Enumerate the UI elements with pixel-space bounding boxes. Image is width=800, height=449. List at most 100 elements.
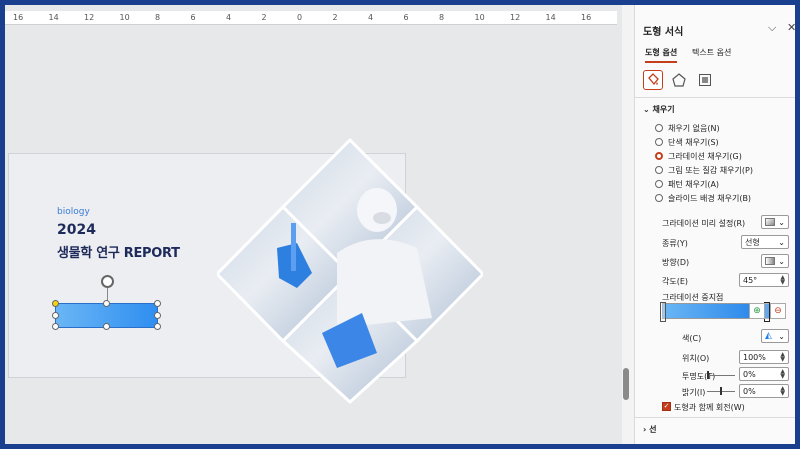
line-section-header[interactable]: › 선: [643, 424, 656, 435]
angle-input[interactable]: 45° ▲ ▼: [739, 273, 789, 287]
ruler-tick: 12: [510, 13, 521, 22]
line-section-label: 선: [649, 425, 657, 434]
radio-button[interactable]: [655, 152, 663, 160]
ruler-tick: 6: [190, 13, 196, 22]
stops-label: 그라데이션 중지점: [662, 293, 724, 302]
radio-button[interactable]: [655, 138, 663, 146]
resize-handle-top[interactable]: [103, 300, 110, 307]
spinner-icon[interactable]: ▲ ▼: [780, 275, 785, 286]
radio-label: 채우기 없음(N): [668, 123, 720, 133]
radio-label: 슬라이드 배경 채우기(B): [668, 193, 752, 203]
radio-label: 그라데이션 채우기(G): [668, 151, 742, 161]
position-input[interactable]: 100% ▲ ▼: [739, 350, 789, 364]
app-frame: 16 14 12 10 8 6 4 2 0 2 4 6 8 10 12 14 16 biology 2024 생…: [3, 3, 797, 446]
radio-button[interactable]: [655, 180, 663, 188]
type-dropdown[interactable]: 선형 ⌄: [741, 235, 789, 249]
diamond-photo-collage[interactable]: [217, 138, 483, 404]
resize-handle-top-right[interactable]: [154, 300, 161, 307]
spinner-icon[interactable]: ▲ ▼: [780, 352, 785, 363]
ruler-tick: 4: [226, 13, 232, 22]
spinner-icon[interactable]: ▲ ▼: [780, 369, 785, 380]
type-label: 종류(Y): [662, 239, 688, 248]
color-label: 색(C): [682, 334, 702, 343]
ruler-tick: 2: [332, 13, 338, 22]
radio-label: 그림 또는 질감 채우기(P): [668, 165, 753, 175]
divider: [635, 97, 795, 98]
color-picker-dropdown[interactable]: ◭ ⌄: [761, 329, 789, 343]
fill-line-icon[interactable]: [643, 70, 663, 90]
ruler-tick: 6: [403, 13, 409, 22]
pane-title: 도형 서식: [643, 27, 684, 38]
divider: [635, 417, 795, 418]
tab-shape-options[interactable]: 도형 옵션: [645, 47, 678, 63]
ruler-tick: 14: [545, 13, 556, 22]
resize-handle-left[interactable]: [52, 312, 59, 319]
transparency-label: 투명도(T): [682, 372, 716, 381]
rotate-handle-icon[interactable]: [101, 275, 114, 288]
radio-pattern-fill[interactable]: 패턴 채우기(A): [655, 178, 719, 190]
spinner-icon[interactable]: ▲ ▼: [780, 386, 785, 397]
ruler-tick: 8: [439, 13, 445, 22]
radio-button[interactable]: [655, 166, 663, 174]
brightness-label: 밝기(I): [682, 388, 706, 397]
radio-no-fill[interactable]: 채우기 없음(N): [655, 122, 720, 134]
effects-pentagon-icon[interactable]: [669, 70, 689, 90]
radio-background-fill[interactable]: 슬라이드 배경 채우기(B): [655, 192, 751, 204]
ruler-tick: 16: [581, 13, 592, 22]
direction-label: 방향(D): [662, 258, 690, 267]
resize-handle-right[interactable]: [154, 312, 161, 319]
ruler-tick: 2: [261, 13, 267, 22]
position-label: 위치(O): [682, 354, 710, 363]
brightness-value: 0%: [743, 386, 756, 396]
radio-button[interactable]: [655, 124, 663, 132]
ruler-tick: 10: [474, 13, 485, 22]
close-icon[interactable]: ✕: [787, 21, 795, 34]
fill-section-header[interactable]: ⌄ 채우기: [643, 104, 675, 115]
resize-handle-bottom[interactable]: [103, 323, 110, 330]
radio-gradient-fill[interactable]: 그라데이션 채우기(G): [655, 150, 742, 162]
brightness-slider-knob[interactable]: [720, 387, 722, 395]
add-stop-icon[interactable]: ⊕: [749, 303, 765, 319]
fill-section-label: 채우기: [652, 105, 675, 114]
radio-picture-fill[interactable]: 그림 또는 질감 채우기(P): [655, 164, 753, 176]
radio-label: 단색 채우기(S): [668, 137, 719, 147]
ruler-tick: 12: [84, 13, 95, 22]
scrollbar-thumb[interactable]: [623, 368, 629, 400]
remove-stop-icon[interactable]: ⊖: [770, 303, 786, 319]
slide-subtitle: biology: [57, 207, 90, 217]
slide-canvas[interactable]: 16 14 12 10 8 6 4 2 0 2 4 6 8 10 12 14 16 biology 2024 생…: [5, 5, 622, 444]
transparency-slider[interactable]: [707, 375, 735, 376]
brightness-input[interactable]: 0% ▲ ▼: [739, 384, 789, 398]
direction-dropdown[interactable]: ⌄: [761, 254, 789, 268]
horizontal-ruler: 16 14 12 10 8 6 4 2 0 2 4 6 8 10 12 14 16: [5, 11, 617, 25]
transparency-input[interactable]: 0% ▲ ▼: [739, 367, 789, 381]
type-value: 선형: [745, 237, 760, 247]
position-value: 100%: [743, 352, 766, 362]
ruler-tick: 4: [368, 13, 374, 22]
ruler-tick: 8: [155, 13, 161, 22]
resize-handle-bottom-right[interactable]: [154, 323, 161, 330]
ruler-tick: 0: [297, 13, 303, 22]
tab-text-options[interactable]: 텍스트 옵션: [692, 47, 731, 58]
slide-title: 생물학 연구 REPORT: [57, 246, 180, 261]
rotate-with-shape-label: 도형과 함께 회전(W): [674, 403, 745, 412]
radio-solid-fill[interactable]: 단색 채우기(S): [655, 136, 719, 148]
radio-label: 패턴 채우기(A): [668, 179, 720, 189]
paint-bucket-icon: ◭: [765, 331, 772, 341]
preset-gradient-dropdown[interactable]: ⌄: [761, 215, 789, 229]
radio-button[interactable]: [655, 194, 663, 202]
format-shape-pane: 도형 서식 ⌵ ✕ 도형 옵션 텍스트 옵션 ⌄ 채우기 채우기 없음(N) 단…: [634, 5, 795, 444]
collapse-icon[interactable]: ⌵: [768, 21, 776, 35]
adjust-handle[interactable]: [52, 300, 59, 307]
transparency-slider-knob[interactable]: [707, 371, 709, 379]
transparency-value: 0%: [743, 369, 756, 379]
angle-label: 각도(E): [662, 277, 689, 286]
resize-handle-bottom-left[interactable]: [52, 323, 59, 330]
slide-year: 2024: [57, 222, 96, 238]
ruler-tick: 14: [48, 13, 59, 22]
preset-label: 그라데이션 미리 설정(R): [662, 219, 746, 228]
size-properties-icon[interactable]: [695, 70, 715, 90]
angle-value: 45°: [743, 275, 758, 285]
gradient-stop-start[interactable]: [660, 302, 666, 322]
rotate-with-shape-checkbox[interactable]: ✓: [662, 402, 671, 411]
